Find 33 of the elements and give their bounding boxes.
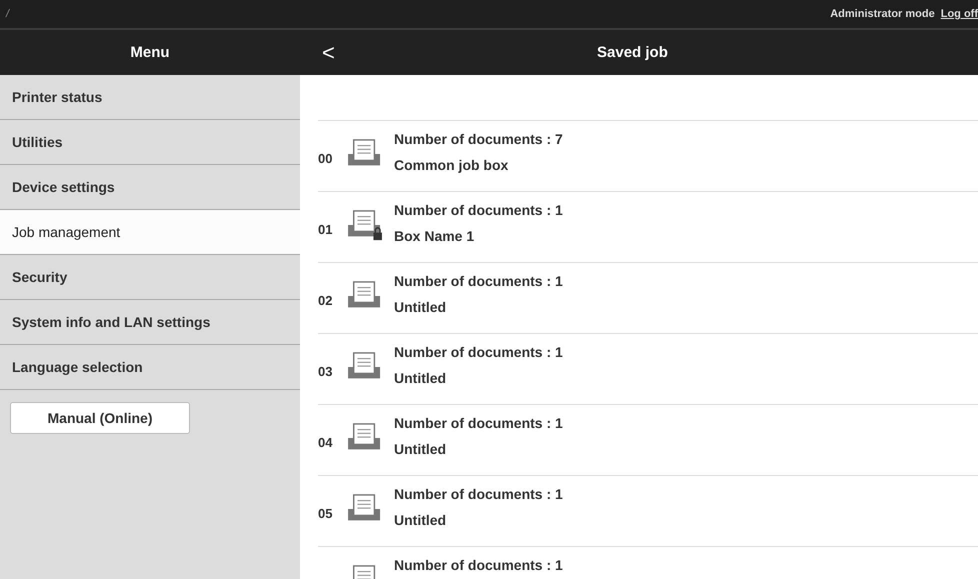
box-name[interactable]: Common job box xyxy=(394,157,563,173)
box-number: 02 xyxy=(318,293,334,308)
box-name[interactable]: Untitled xyxy=(394,299,563,315)
sidebar-item[interactable]: Printer status xyxy=(0,75,300,120)
back-button[interactable]: < xyxy=(310,40,347,66)
box-number: 05 xyxy=(318,506,334,521)
box-name[interactable]: Untitled xyxy=(394,441,563,457)
sidebar-item[interactable]: System info and LAN settings xyxy=(0,300,300,345)
menu-title: Menu xyxy=(130,44,170,61)
page-title: Saved job xyxy=(597,44,668,61)
sidebar-item[interactable]: Security xyxy=(0,255,300,300)
sidebar-item[interactable]: Utilities xyxy=(0,120,300,165)
box-name[interactable]: Untitled xyxy=(394,370,563,386)
manual-button[interactable]: Manual (Online) xyxy=(10,402,190,434)
locked-tray-icon[interactable] xyxy=(346,210,384,242)
document-count: Number of documents : 1 xyxy=(394,273,563,289)
sidebar-item[interactable]: Language selection xyxy=(0,345,300,390)
log-off-link[interactable]: Log off xyxy=(940,8,978,20)
box-number: 01 xyxy=(318,222,334,237)
path-text: / xyxy=(4,8,10,20)
document-count: Number of documents : 1 xyxy=(394,202,563,218)
box-number: 04 xyxy=(318,435,334,450)
document-count: Number of documents : 1 xyxy=(394,415,563,431)
sidebar-item[interactable]: Job management xyxy=(0,210,300,255)
box-number: 03 xyxy=(318,364,334,379)
document-count: Number of documents : 1 xyxy=(394,344,563,360)
mode-label: Administrator mode xyxy=(830,8,935,20)
box-name[interactable]: Box Name 1 xyxy=(394,228,563,244)
document-count: Number of documents : 7 xyxy=(394,131,563,147)
document-count: Number of documents : 1 xyxy=(394,557,563,573)
box-number: 00 xyxy=(318,151,334,166)
document-count: Number of documents : 1 xyxy=(394,486,563,502)
box-name[interactable]: Untitled xyxy=(394,512,563,528)
